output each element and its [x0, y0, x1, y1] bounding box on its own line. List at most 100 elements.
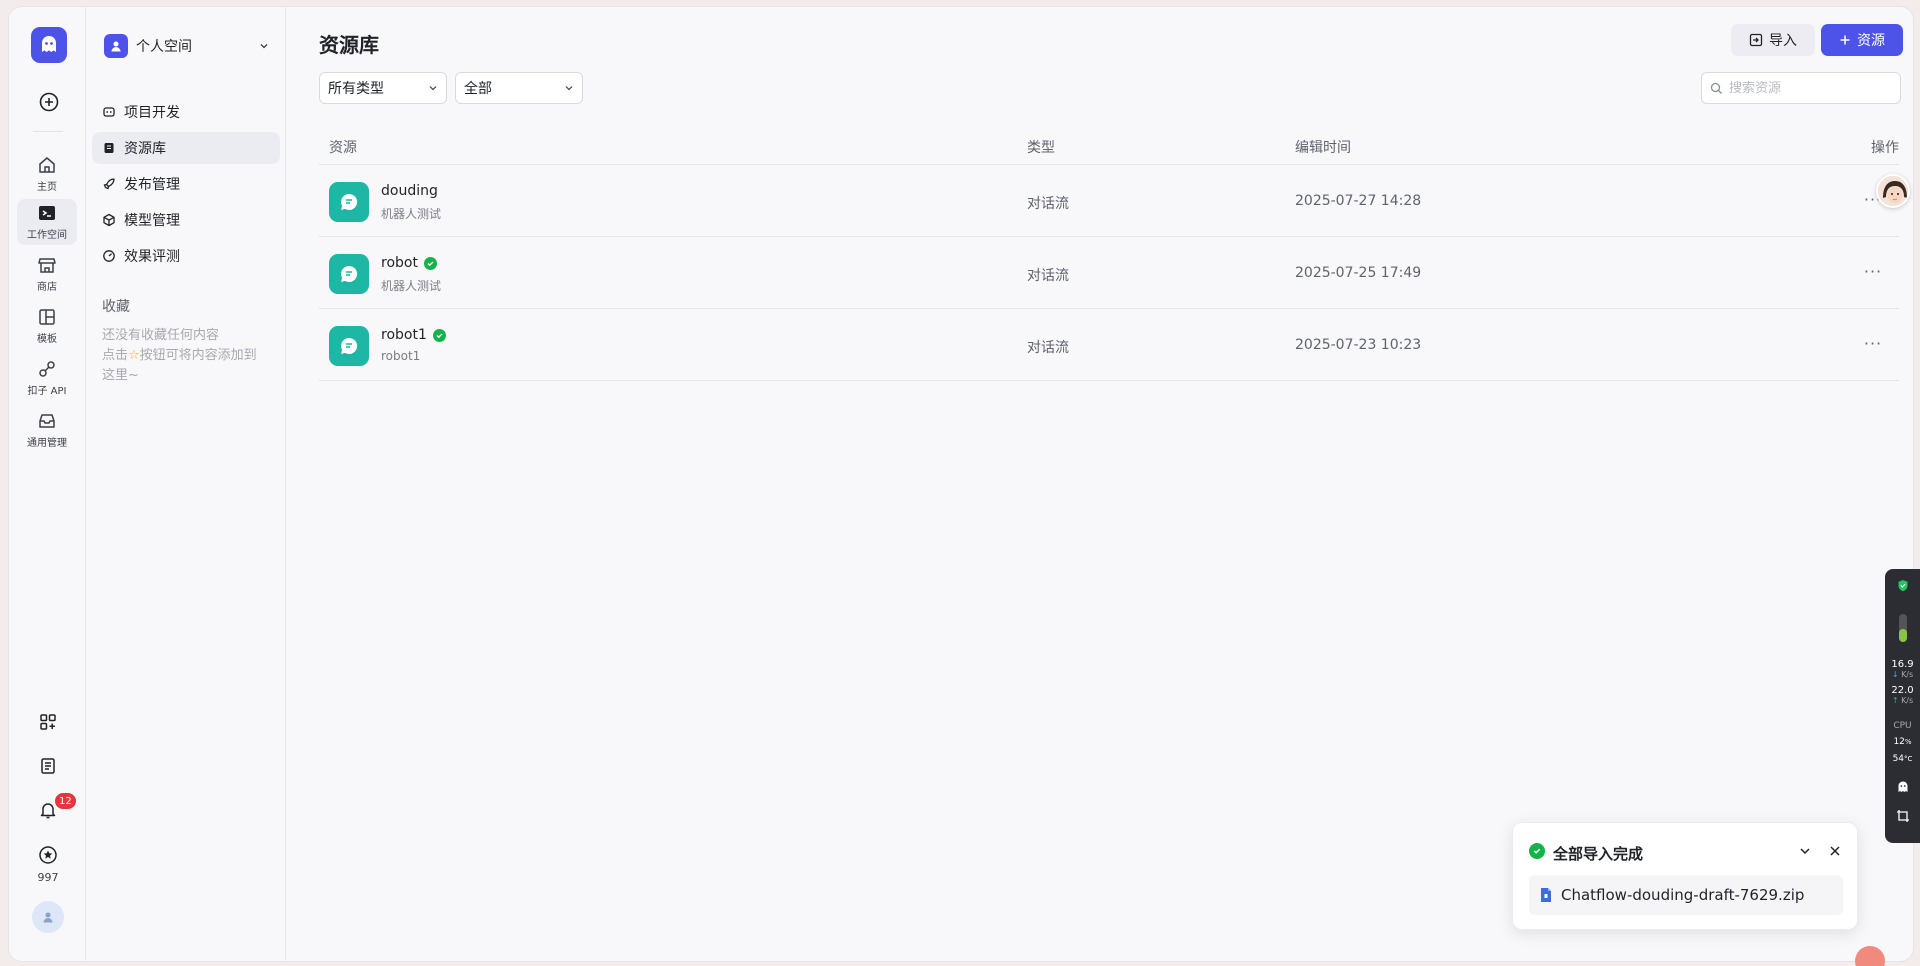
resource-time: 2025-07-23 10:23: [1295, 337, 1422, 353]
resource-name-text: robot1: [381, 327, 427, 343]
rail-item-store[interactable]: 商店: [17, 251, 77, 297]
ghost-logo-icon: [42, 36, 56, 52]
resource-name-text: douding: [381, 183, 438, 199]
import-complete-toast: 全部导入完成 Chatflow-douding-draft-7629.zip: [1512, 822, 1858, 930]
points-button[interactable]: [35, 842, 61, 868]
resource-type: 对话流: [1027, 340, 1069, 356]
collapse-toast-button[interactable]: [1795, 841, 1815, 861]
create-button[interactable]: [38, 91, 60, 113]
nav-item-projects[interactable]: 项目开发: [92, 96, 280, 128]
table-row[interactable]: robot 机器人测试 对话流 2025-07-25 17:49 ···: [319, 237, 1899, 309]
new-resource-label: 资源: [1857, 33, 1885, 49]
user-icon: [111, 41, 121, 52]
assistant-avatar[interactable]: [1876, 174, 1910, 208]
rail-label: 工作空间: [27, 230, 67, 241]
more-actions-button[interactable]: ···: [1861, 331, 1885, 355]
import-button[interactable]: 导入: [1731, 24, 1815, 56]
rail-label: 通用管理: [27, 438, 67, 449]
resource-name: robot: [381, 255, 437, 271]
rail-item-api[interactable]: 扣子 API: [17, 355, 77, 401]
rail-item-templates[interactable]: 模板: [17, 303, 77, 349]
chevron-down-icon: [565, 86, 573, 91]
ghost-small-icon: [1885, 780, 1920, 797]
rail-label: 模板: [37, 334, 57, 345]
nav-item-evaluation[interactable]: 效果评测: [92, 240, 280, 272]
chatflow-icon: [329, 254, 369, 294]
search-input[interactable]: [1729, 80, 1889, 96]
download-unit: ↓ K/s: [1891, 670, 1914, 679]
temp-unit: °C: [1904, 755, 1913, 763]
more-actions-button[interactable]: ···: [1861, 259, 1885, 283]
resource-desc: 机器人测试: [381, 279, 442, 293]
system-monitor-widget[interactable]: 16.9 ↓ K/s 22.0 ↑ K/s CPU 12% 54°C: [1885, 569, 1920, 843]
cube-icon: [103, 213, 115, 227]
imported-file-name: Chatflow-douding-draft-7629.zip: [1561, 886, 1805, 904]
scope-filter-select[interactable]: 全部: [455, 72, 583, 104]
star-icon: ☆: [128, 348, 140, 363]
cpu-unit: %: [1904, 738, 1912, 746]
table-row[interactable]: robot1 robot1 对话流 2025-07-23 10:23 ···: [319, 309, 1899, 381]
nav-item-label: 模型管理: [124, 213, 180, 229]
space-name: 个人空间: [136, 39, 192, 55]
app-window: 主页 工作空间 商店 模板 扣子 API 通用管理 12 997 个人空间 项目…: [8, 6, 1914, 962]
docs-button[interactable]: [35, 753, 61, 779]
apps-button[interactable]: [35, 709, 61, 735]
user-avatar[interactable]: [32, 901, 64, 933]
cpu-value: 12: [1893, 737, 1905, 747]
favorites-empty-text: 还没有收藏任何内容 点击☆按钮可将内容添加到 这里~: [102, 326, 278, 386]
table-row[interactable]: douding 机器人测试 对话流 2025-07-27 14:28 ···: [319, 165, 1899, 237]
search-icon: [1710, 82, 1722, 94]
type-filter-select[interactable]: 所有类型: [319, 72, 447, 104]
home-icon: [39, 157, 55, 173]
import-label: 导入: [1769, 33, 1797, 49]
column-header-resource: 资源: [329, 140, 357, 156]
page-title: 资源库: [319, 33, 379, 57]
nav-item-models[interactable]: 模型管理: [92, 204, 280, 236]
star-coin-icon: [39, 846, 57, 864]
zip-file-icon: [1541, 888, 1551, 902]
rail-label: 主页: [37, 182, 57, 193]
chevron-down-icon: [429, 86, 437, 91]
upload-unit-text: K/s: [1901, 696, 1914, 705]
rail-label: 商店: [37, 282, 57, 293]
points-count: 997: [37, 871, 59, 884]
favorites-empty-line3: 这里~: [102, 368, 139, 383]
nav-item-library[interactable]: 资源库: [92, 132, 280, 164]
resource-type: 对话流: [1027, 196, 1069, 212]
search-box[interactable]: [1701, 72, 1901, 104]
robot-icon: [103, 107, 115, 117]
library-icon: [104, 143, 114, 153]
rail-item-management[interactable]: 通用管理: [17, 407, 77, 453]
rail-label: 扣子 API: [27, 386, 67, 397]
nav-item-publish[interactable]: 发布管理: [92, 168, 280, 200]
table-header: 资源 类型 编辑时间 操作: [319, 125, 1899, 165]
gauge-icon: [103, 250, 115, 262]
rail-item-home[interactable]: 主页: [17, 151, 77, 197]
imported-file-item[interactable]: Chatflow-douding-draft-7629.zip: [1529, 875, 1843, 915]
terminal-icon: [39, 206, 55, 220]
inbox-icon: [39, 414, 55, 428]
space-selector[interactable]: 个人空间: [98, 29, 274, 63]
upload-speed: 22.0: [1891, 685, 1914, 696]
new-resource-button[interactable]: 资源: [1821, 24, 1903, 56]
resource-time: 2025-07-25 17:49: [1295, 265, 1422, 281]
type-filter-value: 所有类型: [328, 81, 384, 97]
column-header-edited: 编辑时间: [1295, 140, 1351, 156]
resource-type: 对话流: [1027, 268, 1069, 284]
toast-title: 全部导入完成: [1553, 845, 1644, 863]
app-logo[interactable]: [31, 27, 67, 63]
rail-item-workspace[interactable]: 工作空间: [17, 199, 77, 245]
space-avatar: [104, 34, 128, 58]
column-header-type: 类型: [1027, 140, 1055, 156]
favorites-title: 收藏: [102, 299, 130, 315]
cpu-temp: 54°C: [1885, 754, 1920, 764]
favorites-empty-prefix: 点击: [102, 348, 129, 363]
close-icon: [1830, 846, 1840, 856]
chatflow-icon: [329, 182, 369, 222]
template-icon: [39, 309, 55, 325]
screenshot-icon[interactable]: [1885, 809, 1920, 826]
cpu-label: CPU: [1893, 721, 1912, 731]
resource-name: douding: [381, 183, 438, 199]
close-toast-button[interactable]: [1825, 841, 1845, 861]
library-main: 资源库 导入 资源 所有类型 全部 资源 类型 编辑时间 操作: [287, 7, 1913, 961]
